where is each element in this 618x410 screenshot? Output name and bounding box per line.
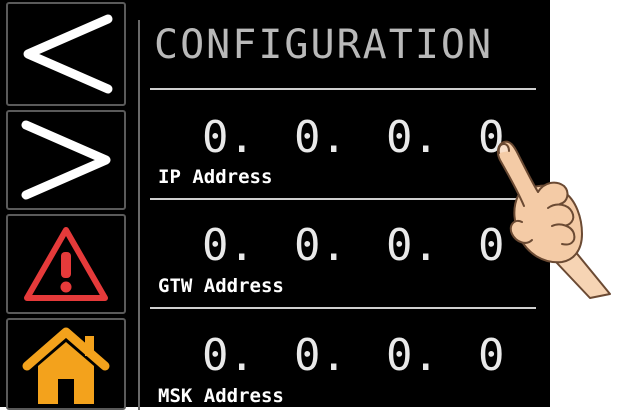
msk-address-label: MSK Address	[158, 385, 284, 407]
gtw-octet-2[interactable]: 0.	[294, 220, 347, 271]
pointing-hand-icon	[496, 140, 611, 299]
forward-button[interactable]	[6, 110, 126, 210]
home-button[interactable]	[6, 318, 126, 410]
vertical-divider	[138, 20, 140, 410]
screen: CONFIGURATION 0. 0. 0. 0 IP Address 0. 0…	[0, 0, 550, 410]
page-title: CONFIGURATION	[154, 22, 494, 68]
msk-address-octets[interactable]: 0. 0. 0. 0	[150, 330, 536, 390]
warning-button[interactable]	[6, 214, 126, 314]
side-nav	[0, 0, 130, 410]
warning-icon	[24, 227, 108, 301]
gtw-address-label: GTW Address	[158, 275, 284, 297]
ip-address-label: IP Address	[158, 166, 273, 188]
msk-octet-2[interactable]: 0.	[294, 330, 347, 381]
home-icon	[22, 327, 110, 404]
msk-octet-3[interactable]: 0.	[386, 330, 439, 381]
ip-octet-2[interactable]: 0.	[294, 112, 347, 163]
msk-octet-4[interactable]: 0	[478, 330, 505, 381]
msk-octet-1[interactable]: 0.	[202, 330, 255, 381]
ip-octet-1[interactable]: 0.	[202, 112, 255, 163]
chevron-left-icon	[23, 14, 113, 94]
title-divider	[150, 88, 536, 90]
ip-octet-3[interactable]: 0.	[386, 112, 439, 163]
field-divider	[150, 307, 536, 309]
back-button[interactable]	[6, 2, 126, 106]
gtw-octet-1[interactable]: 0.	[202, 220, 255, 271]
gtw-octet-3[interactable]: 0.	[386, 220, 439, 271]
chevron-right-icon	[21, 120, 111, 200]
